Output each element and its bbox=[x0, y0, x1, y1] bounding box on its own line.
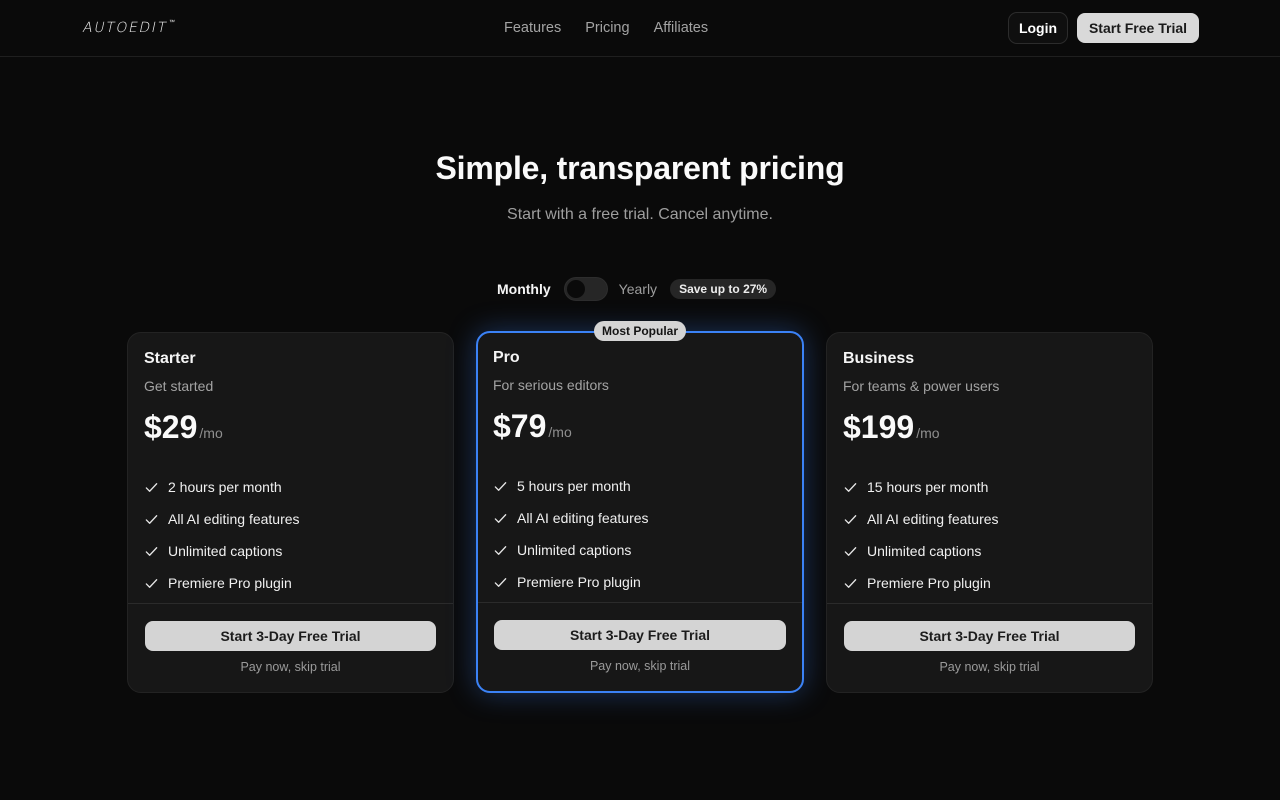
plan-price: $199 /mo bbox=[843, 409, 940, 446]
brand-logo[interactable]: AUTOEDIT™ bbox=[81, 19, 176, 36]
plan-feature-text: Premiere Pro plugin bbox=[867, 575, 991, 591]
plan-description: For serious editors bbox=[493, 377, 609, 393]
nav-link-pricing[interactable]: Pricing bbox=[585, 18, 629, 38]
billing-period-switch[interactable] bbox=[563, 277, 608, 301]
switch-knob bbox=[566, 280, 585, 298]
plan-price-period: /mo bbox=[199, 425, 223, 441]
plan-feature-item: 5 hours per month bbox=[493, 470, 649, 502]
billing-monthly-label[interactable]: Monthly bbox=[497, 281, 551, 297]
check-icon bbox=[494, 577, 507, 587]
check-icon bbox=[844, 482, 857, 492]
plan-feature-item: Unlimited captions bbox=[144, 535, 300, 567]
site-header: AUTOEDIT™ Features Pricing Affiliates Lo… bbox=[0, 0, 1280, 57]
plan-feature-text: All AI editing features bbox=[517, 510, 649, 526]
plan-price: $29 /mo bbox=[144, 409, 223, 446]
plan-feature-item: All AI editing features bbox=[144, 503, 300, 535]
plan-description: For teams & power users bbox=[843, 378, 1000, 394]
billing-period-toggle-group: Monthly Yearly Save up to 27% bbox=[497, 277, 777, 301]
check-icon bbox=[145, 546, 158, 556]
brand-logo-text: AUTOEDIT bbox=[81, 20, 170, 36]
plan-name: Pro bbox=[493, 349, 520, 366]
page-subtitle: Start with a free trial. Cancel anytime. bbox=[507, 206, 773, 223]
plan-feature-item: Premiere Pro plugin bbox=[843, 567, 999, 599]
skip-trial-link-pro[interactable]: Pay now, skip trial bbox=[478, 659, 802, 673]
plan-card-starter: Starter Get started $29 /mo 2 hours per … bbox=[127, 332, 454, 693]
check-icon bbox=[844, 578, 857, 588]
plan-feature-text: Premiere Pro plugin bbox=[517, 574, 641, 590]
plan-feature-text: All AI editing features bbox=[168, 511, 300, 527]
billing-yearly-label[interactable]: Yearly bbox=[619, 281, 657, 297]
plan-feature-item: Unlimited captions bbox=[493, 534, 649, 566]
plan-feature-text: 15 hours per month bbox=[867, 479, 989, 495]
plan-price: $79 /mo bbox=[493, 408, 572, 445]
check-icon bbox=[844, 546, 857, 556]
plan-card-pro: Most Popular Pro For serious editors $79… bbox=[476, 321, 804, 693]
plan-feature-list: 2 hours per month All AI editing feature… bbox=[144, 471, 300, 599]
nav-link-features[interactable]: Features bbox=[504, 18, 561, 38]
plan-feature-list: 15 hours per month All AI editing featur… bbox=[843, 471, 999, 599]
login-button[interactable]: Login bbox=[1008, 12, 1068, 44]
plan-name: Business bbox=[843, 350, 915, 367]
plan-feature-text: 2 hours per month bbox=[168, 479, 282, 495]
plan-price-amount: $79 bbox=[493, 408, 547, 444]
plan-feature-text: Premiere Pro plugin bbox=[168, 575, 292, 591]
plan-price-period: /mo bbox=[548, 424, 572, 440]
card-divider bbox=[128, 603, 453, 604]
trademark-mark: ™ bbox=[167, 19, 176, 26]
start-trial-button-pro[interactable]: Start 3-Day Free Trial bbox=[494, 620, 786, 650]
skip-trial-link-business[interactable]: Pay now, skip trial bbox=[827, 660, 1152, 674]
plan-feature-item: Premiere Pro plugin bbox=[493, 566, 649, 598]
skip-trial-link-starter[interactable]: Pay now, skip trial bbox=[128, 660, 453, 674]
card-divider bbox=[827, 603, 1152, 604]
check-icon bbox=[145, 482, 158, 492]
card-divider bbox=[478, 602, 802, 603]
plan-card-business: Business For teams & power users $199 /m… bbox=[826, 332, 1153, 693]
plan-price-amount: $199 bbox=[843, 409, 915, 445]
plan-feature-item: 15 hours per month bbox=[843, 471, 999, 503]
check-icon bbox=[145, 514, 158, 524]
most-popular-badge: Most Popular bbox=[593, 321, 687, 341]
main-nav: Features Pricing Affiliates bbox=[504, 18, 708, 38]
plan-name: Starter bbox=[144, 350, 196, 367]
start-trial-button-starter[interactable]: Start 3-Day Free Trial bbox=[145, 621, 436, 651]
plan-feature-text: All AI editing features bbox=[867, 511, 999, 527]
start-trial-button-business[interactable]: Start 3-Day Free Trial bbox=[844, 621, 1135, 651]
plan-feature-list: 5 hours per month All AI editing feature… bbox=[493, 470, 649, 598]
plan-feature-text: Unlimited captions bbox=[867, 543, 982, 559]
plan-feature-item: All AI editing features bbox=[843, 503, 999, 535]
page-title: Simple, transparent pricing bbox=[435, 150, 845, 186]
check-icon bbox=[494, 545, 507, 555]
check-icon bbox=[844, 514, 857, 524]
nav-link-affiliates[interactable]: Affiliates bbox=[654, 18, 709, 38]
check-icon bbox=[145, 578, 158, 588]
plan-feature-item: Premiere Pro plugin bbox=[144, 567, 300, 599]
yearly-savings-badge: Save up to 27% bbox=[670, 279, 777, 299]
plan-price-amount: $29 bbox=[144, 409, 198, 445]
check-icon bbox=[494, 481, 507, 491]
check-icon bbox=[494, 513, 507, 523]
plan-feature-item: Unlimited captions bbox=[843, 535, 999, 567]
plan-feature-text: 5 hours per month bbox=[517, 478, 631, 494]
plan-feature-text: Unlimited captions bbox=[517, 542, 632, 558]
plan-feature-item: All AI editing features bbox=[493, 502, 649, 534]
plan-price-period: /mo bbox=[916, 425, 940, 441]
plan-feature-item: 2 hours per month bbox=[144, 471, 300, 503]
plan-description: Get started bbox=[144, 378, 214, 394]
plan-feature-text: Unlimited captions bbox=[168, 543, 283, 559]
start-free-trial-button[interactable]: Start Free Trial bbox=[1077, 13, 1199, 43]
